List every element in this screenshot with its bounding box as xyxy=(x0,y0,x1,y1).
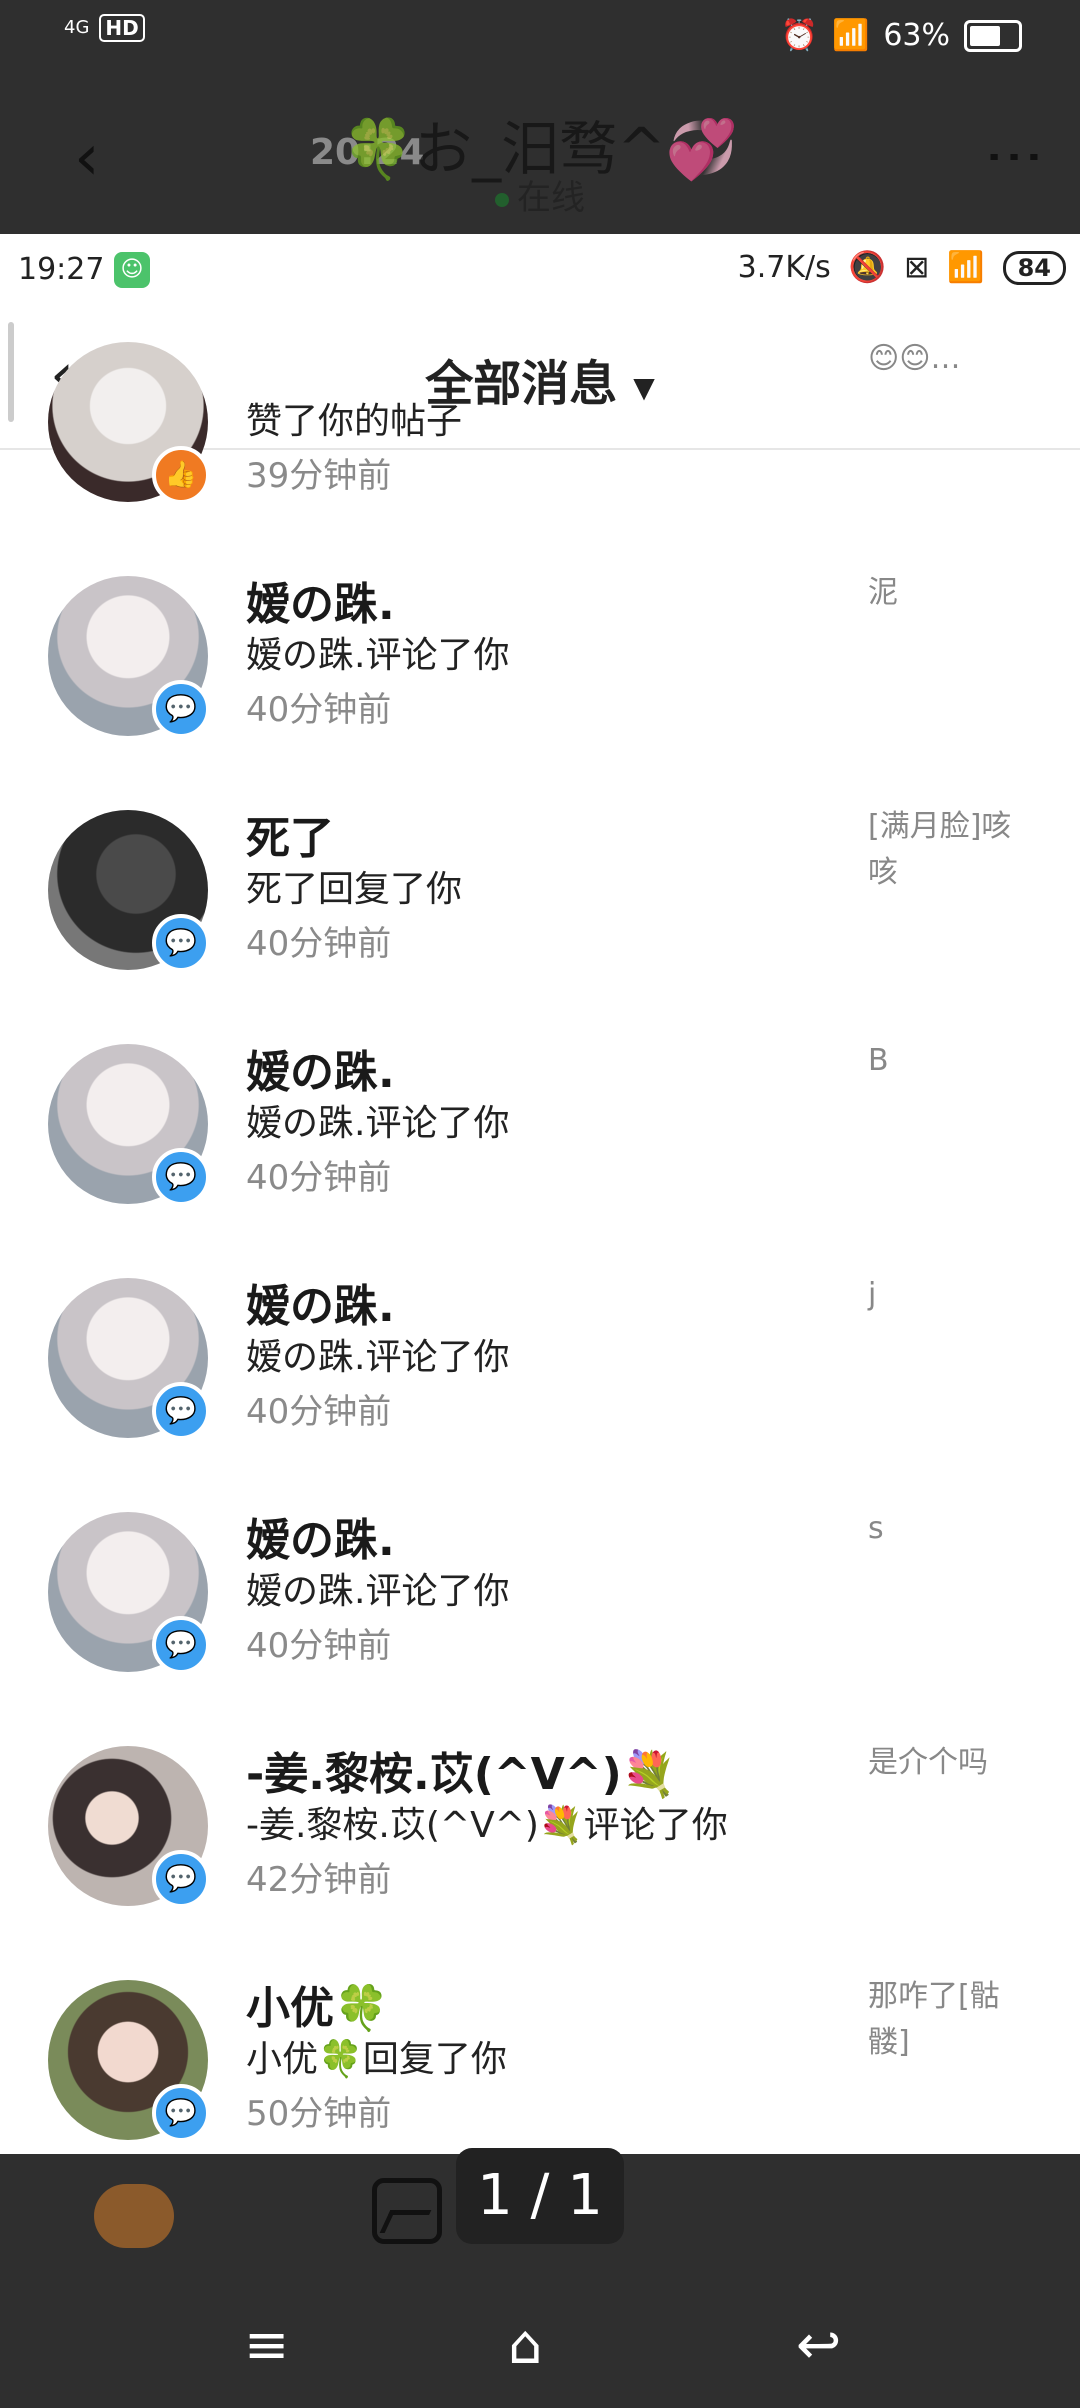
comment-icon: 💬 xyxy=(152,680,210,738)
message-time: 40分钟前 xyxy=(246,690,392,730)
user-name[interactable]: 嫒の跦. xyxy=(246,568,395,632)
more-options-button[interactable]: ⋮ xyxy=(982,128,1050,178)
outer-chat-header: ‹ 🍀お_汨骛^💞 在线 ⋮ xyxy=(0,78,1080,234)
comment-icon: 💬 xyxy=(152,914,210,972)
online-dot-icon xyxy=(495,192,509,207)
outer-online-status: 在线 xyxy=(0,170,1080,219)
outer-status-right: ⏰ 📶 63% xyxy=(781,18,1022,53)
inner-status-right: 3.7K/s 🔕 ⊠ 📶 84 xyxy=(738,250,1066,285)
network-speed: 3.7K/s xyxy=(737,250,831,285)
viewer-bottom-bar: 1 / 1 ≡ ⌂ ↩ xyxy=(0,2148,1080,2408)
shared-screenshot: 19:27 ☺ 3.7K/s 🔕 ⊠ 📶 84 ‹ 全部消息▼ 👍 赞了你的帖子… xyxy=(0,234,1080,2154)
message-preview: 泥 xyxy=(868,575,898,610)
battery-icon xyxy=(964,19,1022,52)
close-box-icon: ⊠ xyxy=(904,250,930,285)
list-item[interactable]: 💬 小优🍀 小优🍀回复了你 50分钟前 那咋了[骷髅] xyxy=(0,1968,1080,2154)
inner-time: 19:27 xyxy=(18,252,105,287)
hd-icon: HD xyxy=(99,14,145,42)
alarm-icon: ⏰ xyxy=(780,18,818,53)
message-action: 嫒の跦.评论了你 xyxy=(246,1103,510,1144)
sticker-avatar-icon[interactable] xyxy=(94,2184,174,2248)
list-item[interactable]: 💬 嫒の跦. 嫒の跦.评论了你 40分钟前 B xyxy=(0,1032,1080,1266)
message-action: -姜.黎桉.苡(^V^)💐评论了你 xyxy=(246,1805,728,1846)
user-name[interactable]: 小优🍀 xyxy=(246,1972,389,2036)
system-nav-bar: ≡ ⌂ ↩ xyxy=(0,2300,1080,2390)
online-label: 在线 xyxy=(517,178,585,218)
inner-status-bar: 19:27 ☺ 3.7K/s 🔕 ⊠ 📶 84 xyxy=(0,234,1080,302)
message-time: 40分钟前 xyxy=(246,1392,392,1432)
user-name[interactable]: 嫒の跦. xyxy=(246,1270,395,1334)
mute-icon: 🔕 xyxy=(848,250,887,285)
message-preview: 那咋了[骷髅] xyxy=(868,1979,1000,2060)
comment-icon: 💬 xyxy=(152,1850,210,1908)
message-time: 50分钟前 xyxy=(246,2094,392,2134)
comment-icon: 💬 xyxy=(152,1616,210,1674)
back-nav-icon[interactable]: ↩ xyxy=(796,2300,841,2390)
list-item[interactable]: 💬 嫒の跦. 嫒の跦.评论了你 40分钟前 泥 xyxy=(0,564,1080,798)
comment-icon: 💬 xyxy=(152,1148,210,1206)
page-counter: 1 / 1 xyxy=(456,2148,624,2244)
message-action: 死了回复了你 xyxy=(246,869,463,910)
comment-icon: 💬 xyxy=(152,1382,210,1440)
message-preview: [满月脸]咳咳 xyxy=(868,809,1012,890)
message-preview: B xyxy=(868,1043,889,1078)
message-action: 小优🍀回复了你 xyxy=(246,2039,507,2080)
gallery-icon[interactable] xyxy=(372,2178,442,2244)
message-time: 40分钟前 xyxy=(246,924,392,964)
message-time: 40分钟前 xyxy=(246,1158,392,1198)
wifi-icon: 📶 xyxy=(947,250,985,285)
user-name[interactable]: 死了 xyxy=(246,802,334,866)
list-item[interactable]: 💬 死了 死了回复了你 40分钟前 [满月脸]咳咳 xyxy=(0,798,1080,1032)
thumbs-up-icon: 👍 xyxy=(152,446,210,504)
user-name[interactable]: 嫒の跦. xyxy=(246,1504,395,1568)
inner-battery: 84 xyxy=(1002,250,1066,285)
outer-status-bar: 4G HD 20:24 ⏰ 📶 63% xyxy=(0,0,1080,173)
message-action: 赞了你的帖子 xyxy=(246,401,463,442)
list-item[interactable]: 💬 嫒の跦. 嫒の跦.评论了你 40分钟前 s xyxy=(0,1500,1080,1734)
user-name[interactable]: -姜.黎桉.苡(^V^)💐 xyxy=(246,1738,676,1802)
message-preview: 😊😊… xyxy=(868,341,961,376)
message-preview: s xyxy=(868,1511,884,1546)
message-preview: j xyxy=(868,1277,877,1312)
signal-icon: 4G xyxy=(64,17,90,38)
outer-status-left: 4G HD 20:24 xyxy=(64,14,425,173)
message-action: 嫒の跦.评论了你 xyxy=(246,635,510,676)
message-action: 嫒の跦.评论了你 xyxy=(246,1337,510,1378)
user-name[interactable]: 嫒の跦. xyxy=(246,1036,395,1100)
menu-icon[interactable]: ≡ xyxy=(244,2300,289,2390)
battery-percent: 63% xyxy=(883,18,950,53)
message-action: 嫒の跦.评论了你 xyxy=(246,1571,510,1612)
comment-icon: 💬 xyxy=(152,2084,210,2142)
message-time: 39分钟前 xyxy=(246,456,392,496)
list-item[interactable]: 👍 赞了你的帖子 39分钟前 😊😊… xyxy=(0,330,1080,564)
message-time: 42分钟前 xyxy=(246,1860,392,1900)
list-item[interactable]: 💬 -姜.黎桉.苡(^V^)💐 -姜.黎桉.苡(^V^)💐评论了你 42分钟前 … xyxy=(0,1734,1080,1968)
home-icon[interactable]: ⌂ xyxy=(508,2300,542,2390)
list-item[interactable]: 💬 嫒の跦. 嫒の跦.评论了你 40分钟前 j xyxy=(0,1266,1080,1500)
message-time: 40分钟前 xyxy=(246,1626,392,1666)
app-notification-icon: ☺ xyxy=(114,252,150,288)
message-preview: 是介个吗 xyxy=(868,1745,988,1780)
wifi-icon: 📶 xyxy=(831,18,870,53)
